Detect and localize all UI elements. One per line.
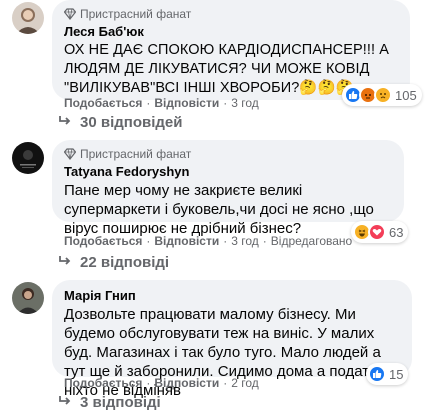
reply-arrow-icon [58,114,72,131]
fan-badge[interactable]: Пристрасний фанат [64,146,392,162]
comment-time[interactable]: 3 год [231,96,259,110]
separator: · [223,376,228,390]
separator: · [223,234,228,248]
view-replies-button[interactable]: 22 відповіді [58,252,169,272]
reactions-summary[interactable]: 105 [342,84,422,106]
view-replies-button[interactable]: 3 відповіді [58,392,161,412]
reactions-count: 15 [389,366,404,382]
replies-label: 30 відповідей [80,113,183,131]
comment-author[interactable]: Леся Баб'юк [64,23,398,40]
reply-arrow-icon [58,254,72,271]
like-button[interactable]: Подобається [64,96,142,110]
separator: · [146,234,151,248]
separator: · [146,376,151,390]
separator: · [146,96,151,110]
comment-bubble: Пристрасний фанат Tatyana Fedoryshyn Пан… [52,140,404,237]
reactions-summary[interactable]: 15 [366,363,409,385]
badge-label: Пристрасний фанат [80,147,192,161]
badge-label: Пристрасний фанат [80,7,192,21]
reply-button[interactable]: Відповісти [154,96,219,110]
view-replies-button[interactable]: 30 відповідей [58,112,182,132]
like-button[interactable]: Подобається [64,234,142,248]
love-icon [368,223,386,241]
comment-time[interactable]: 3 год [231,234,259,248]
diamond-fan-icon [64,148,76,160]
reply-button[interactable]: Відповісти [154,234,219,248]
reply-arrow-icon [58,394,72,411]
avatar[interactable] [12,2,44,34]
comment-bubble: Марія Гнип Дозвольте працювати малому бі… [52,280,412,399]
edited-label[interactable]: Відредаговано [271,234,352,248]
avatar[interactable] [12,282,44,314]
comment-author[interactable]: Tatyana Fedoryshyn [64,163,392,180]
reply-button[interactable]: Відповісти [154,376,219,390]
like-icon [368,365,386,383]
comment-text: Пане мер чому не закриєте великі суперма… [64,182,374,237]
comment-time[interactable]: 2 год [231,376,259,390]
avatar[interactable] [12,142,44,174]
reactions-count: 105 [395,87,417,103]
separator: · [223,96,228,110]
like-button[interactable]: Подобається [64,376,142,390]
comment-actions: Подобається · Відповісти · 3 год · Відре… [64,233,352,249]
diamond-fan-icon [64,8,76,20]
comment-author[interactable]: Марія Гнип [64,287,400,304]
comment-actions: Подобається · Відповісти · 3 год [64,95,259,111]
replies-label: 3 відповіді [80,393,161,411]
separator: · [262,234,267,248]
sad-icon [374,86,392,104]
reactions-summary[interactable]: 63 [351,221,409,243]
replies-label: 22 відповіді [80,253,170,271]
comment-actions: Подобається · Відповісти · 2 год [64,375,259,391]
fan-badge[interactable]: Пристрасний фанат [64,6,398,22]
reactions-count: 63 [389,224,404,240]
